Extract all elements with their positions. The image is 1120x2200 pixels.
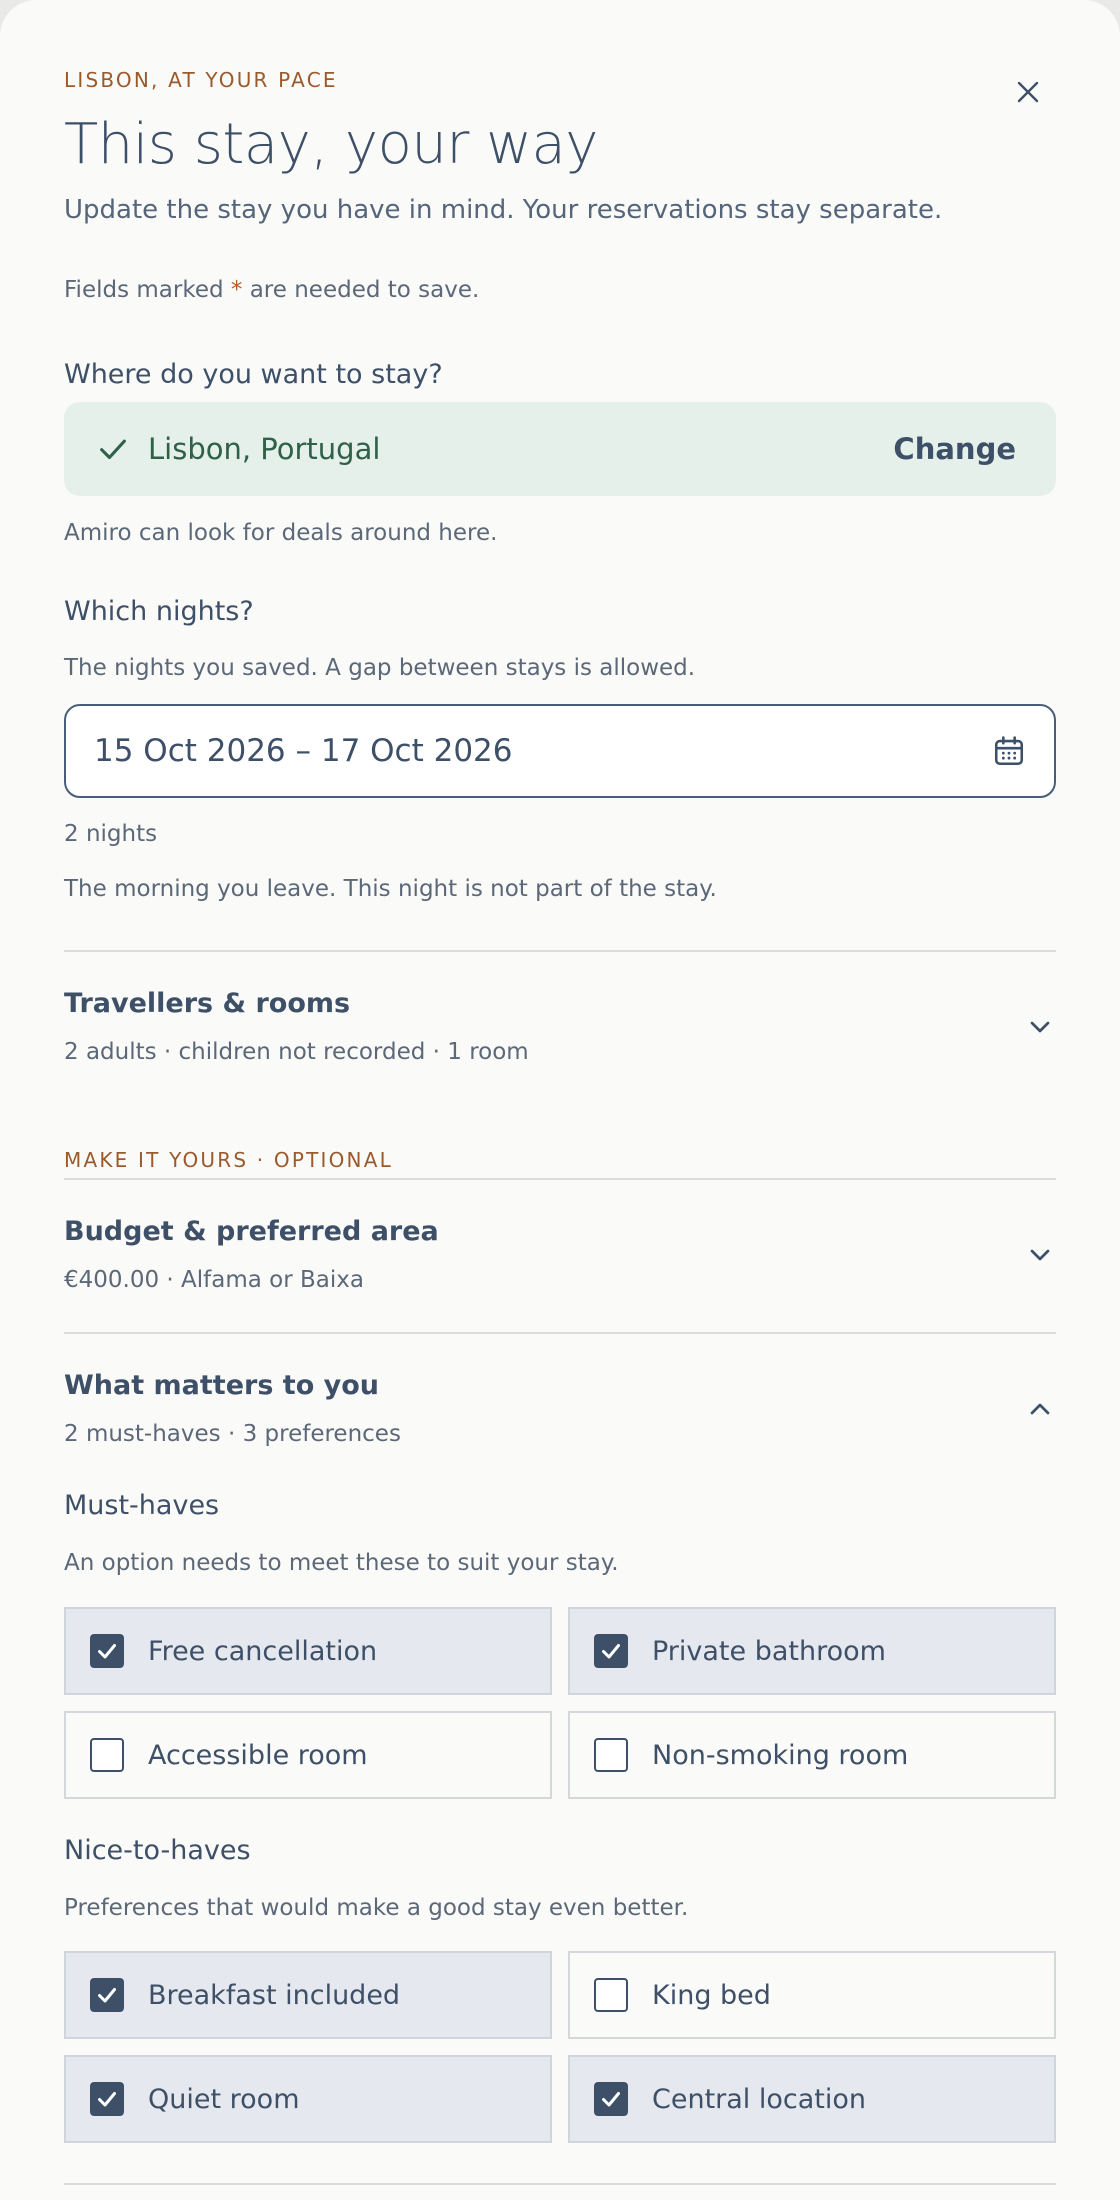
checkbox-checked[interactable] (594, 2082, 628, 2116)
required-star: * (230, 277, 243, 303)
nice-to-haves-label: Nice-to-haves (64, 1835, 251, 1866)
divider (64, 950, 1056, 952)
option-checkbox[interactable]: Non-smoking room (568, 1711, 1056, 1799)
must-haves-label: Must-haves (64, 1490, 220, 1521)
checkmark-icon (98, 2092, 116, 2107)
stay-editor-sheet: LISBON, AT YOUR PACE This stay, your way… (0, 0, 1120, 2200)
checkbox-unchecked[interactable] (594, 1738, 628, 1772)
page-title: This stay, your way (64, 112, 598, 177)
checkbox-unchecked[interactable] (90, 1738, 124, 1772)
required-note: Fields marked * are needed to save. (64, 277, 479, 303)
checkbox-checked[interactable] (594, 1634, 628, 1668)
option-checkbox[interactable]: Quiet room (64, 2055, 552, 2143)
checkout-hint: The morning you leave. This night is not… (64, 876, 717, 902)
option-label: Central location (652, 2083, 867, 2115)
option-checkbox[interactable]: King bed (568, 1951, 1056, 2039)
option-checkbox[interactable]: Central location (568, 2055, 1056, 2143)
required-note-prefix: Fields marked (64, 277, 231, 303)
option-label: Private bathroom (652, 1635, 886, 1667)
option-label: King bed (652, 1979, 771, 2011)
destination-label: Where do you want to stay? (64, 359, 443, 390)
destination-hint: Amiro can look for deals around here. (64, 520, 498, 546)
budget-title[interactable]: Budget & preferred area (64, 1216, 439, 1247)
option-label: Breakfast included (148, 1979, 401, 2011)
page-subtitle: Update the stay you have in mind. Your r… (64, 195, 943, 225)
dates-hint: The nights you saved. A gap between stay… (64, 655, 696, 681)
travellers-summary: 2 adults · children not recorded · 1 roo… (64, 1039, 529, 1065)
matters-summary: 2 must-haves · 3 preferences (64, 1421, 401, 1447)
nights-count: 2 nights (64, 821, 158, 847)
checkmark-icon (602, 2092, 620, 2107)
divider (64, 1178, 1056, 1180)
check-icon (100, 439, 126, 460)
matters-title[interactable]: What matters to you (64, 1370, 379, 1401)
close-button[interactable] (1008, 72, 1048, 112)
chevron-up-icon[interactable] (1024, 1393, 1056, 1425)
date-range-value: 15 Oct 2026 – 17 Oct 2026 (94, 733, 513, 769)
optional-eyebrow: MAKE IT YOURS · OPTIONAL (64, 1148, 393, 1172)
option-label: Quiet room (148, 2083, 300, 2115)
option-checkbox[interactable]: Free cancellation (64, 1607, 552, 1695)
date-range-field[interactable]: 15 Oct 2026 – 17 Oct 2026 (64, 704, 1056, 798)
required-note-suffix: are needed to save. (242, 277, 480, 303)
eyebrow: LISBON, AT YOUR PACE (64, 68, 338, 92)
checkmark-icon (98, 1644, 116, 1659)
option-label: Accessible room (148, 1739, 368, 1771)
chevron-down-icon[interactable] (1024, 1239, 1056, 1271)
must-haves-hint: An option needs to meet these to suit yo… (64, 1550, 619, 1576)
chevron-down-icon[interactable] (1024, 1011, 1056, 1043)
checkbox-unchecked[interactable] (594, 1978, 628, 2012)
checkbox-checked[interactable] (90, 2082, 124, 2116)
budget-summary: €400.00 · Alfama or Baixa (64, 1267, 364, 1293)
option-label: Non-smoking room (652, 1739, 909, 1771)
change-destination-button[interactable]: Change (893, 432, 1016, 466)
nice-to-haves-hint: Preferences that would make a good stay … (64, 1895, 689, 1921)
option-checkbox[interactable]: Breakfast included (64, 1951, 552, 2039)
divider (64, 1332, 1056, 1334)
destination-value: Lisbon, Portugal (148, 432, 381, 466)
option-checkbox[interactable]: Private bathroom (568, 1607, 1056, 1695)
option-checkbox[interactable]: Accessible room (64, 1711, 552, 1799)
dates-label: Which nights? (64, 596, 254, 627)
option-label: Free cancellation (148, 1635, 378, 1667)
destination-field: Lisbon, Portugal Change (64, 402, 1056, 496)
checkbox-checked[interactable] (90, 1634, 124, 1668)
travellers-title[interactable]: Travellers & rooms (64, 988, 350, 1019)
calendar-icon[interactable] (992, 734, 1026, 768)
checkmark-icon (98, 1988, 116, 2003)
divider (64, 2183, 1056, 2185)
checkbox-checked[interactable] (90, 1978, 124, 2012)
checkmark-icon (602, 1644, 620, 1659)
close-icon (1017, 81, 1039, 103)
